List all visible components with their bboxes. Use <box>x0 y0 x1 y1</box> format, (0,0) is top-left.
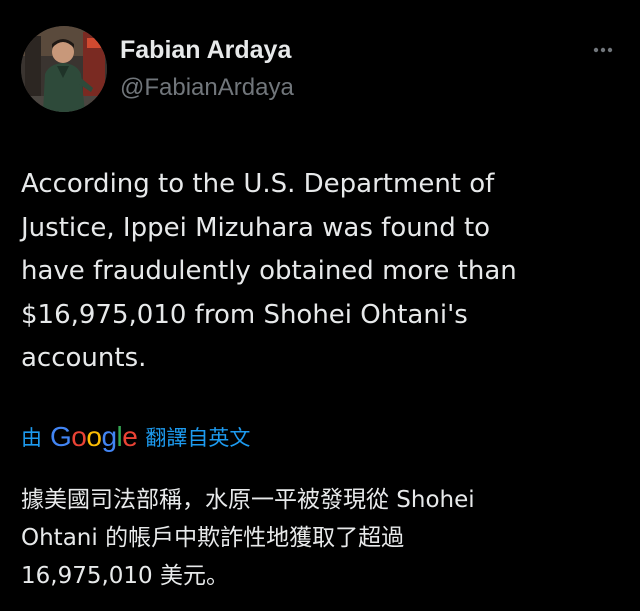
more-horizontal-icon <box>593 47 613 53</box>
author-handle[interactable]: @FabianArdaya <box>120 74 294 102</box>
translated-from-english-link[interactable]: 翻譯自英文 <box>145 422 250 452</box>
more-options-button[interactable] <box>586 40 620 60</box>
avatar-photo <box>21 26 107 112</box>
author-avatar[interactable] <box>21 26 107 112</box>
author-display-name[interactable]: Fabian Ardaya <box>120 36 291 65</box>
google-logo: Google <box>50 421 138 452</box>
tweet-text: According to the U.S. Department of Just… <box>21 169 517 373</box>
translated-text: 據美國司法部稱，水原一平被發現從 Shohei Ohtani 的帳戶中欺詐性地獲… <box>21 487 475 589</box>
translation-prefix: 由 <box>21 426 42 450</box>
tweet-card: Fabian Ardaya @FabianArdaya According to… <box>0 0 640 611</box>
translation-attribution: 由 Google 翻譯自英文 <box>21 420 250 454</box>
